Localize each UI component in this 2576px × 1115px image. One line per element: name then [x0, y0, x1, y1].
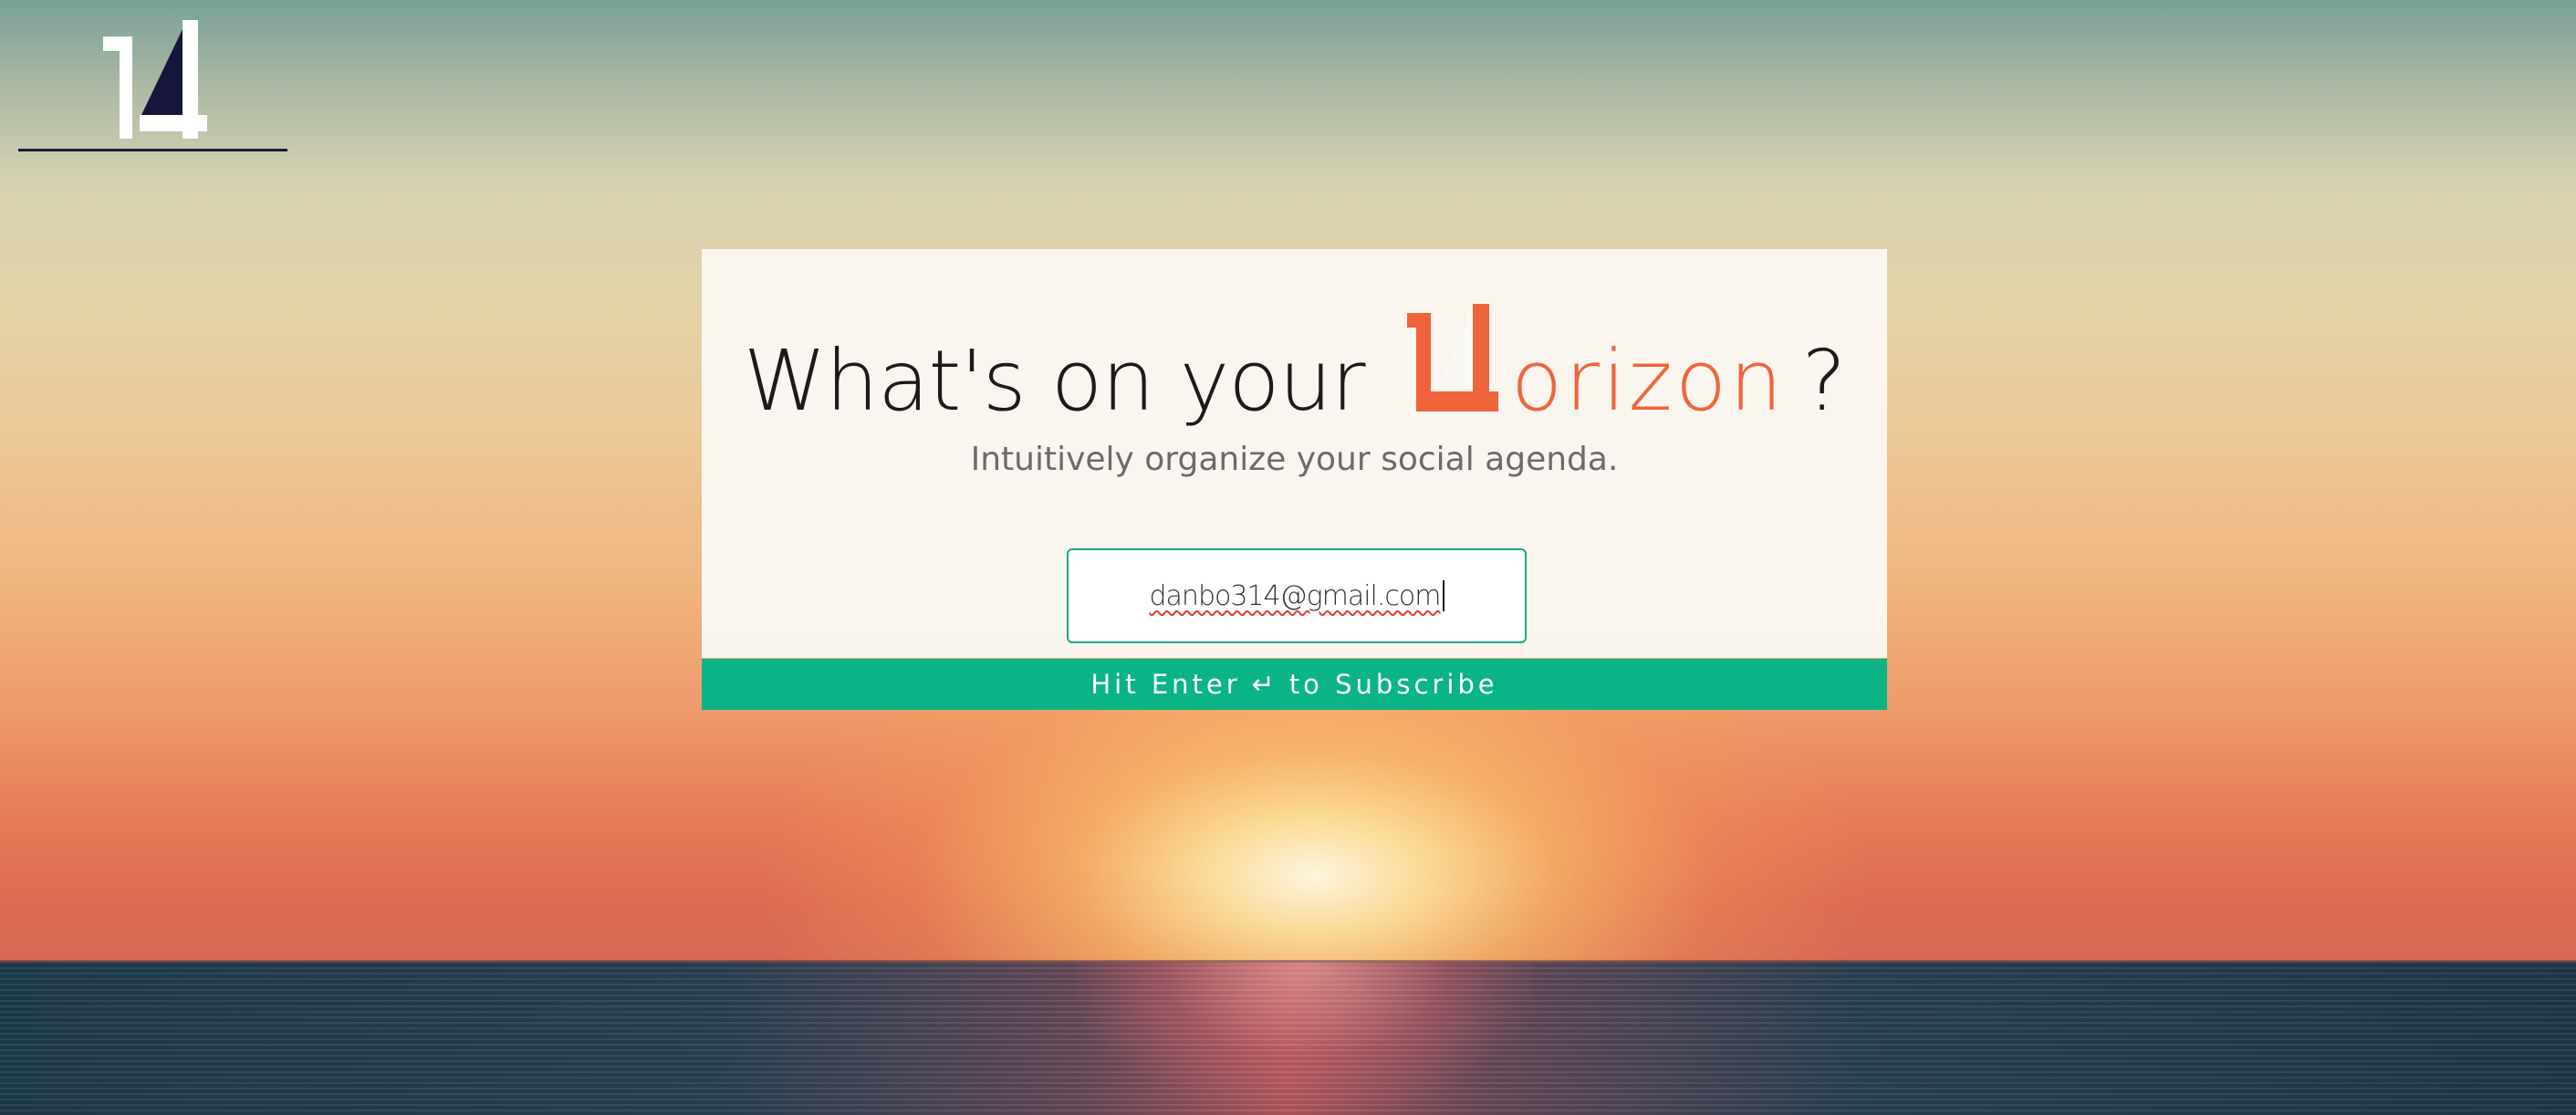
email-input-value[interactable]: danbo314@gmail.com [1150, 580, 1442, 612]
horizon-h-logo-icon [1406, 304, 1498, 412]
headline-orizon: orizon [1510, 332, 1786, 430]
subscribe-card: What's on your orizon? Intuitively organ… [702, 249, 1887, 658]
enter-key-icon: ↵ [1251, 668, 1278, 701]
subtitle: Intuitively organize your social agenda. [970, 441, 1619, 478]
headline: What's on your orizon? [702, 304, 1887, 430]
site-logo[interactable] [96, 20, 224, 148]
horizon-14-logo-icon [103, 20, 207, 139]
subscribe-cta-before: Hit Enter [1090, 669, 1241, 700]
email-input[interactable]: danbo314@gmail.com [1067, 548, 1527, 643]
logo-underline [18, 149, 287, 151]
subscribe-bar[interactable]: Hit Enter ↵ to Subscribe [702, 659, 1887, 710]
horizon-line [0, 960, 2576, 963]
sun-reflection [1077, 962, 1533, 1115]
text-caret [1442, 580, 1444, 611]
headline-prefix: What's on your [743, 332, 1366, 430]
subscribe-cta-after: to Subscribe [1288, 669, 1498, 700]
headline-question-mark: ? [1801, 332, 1846, 430]
